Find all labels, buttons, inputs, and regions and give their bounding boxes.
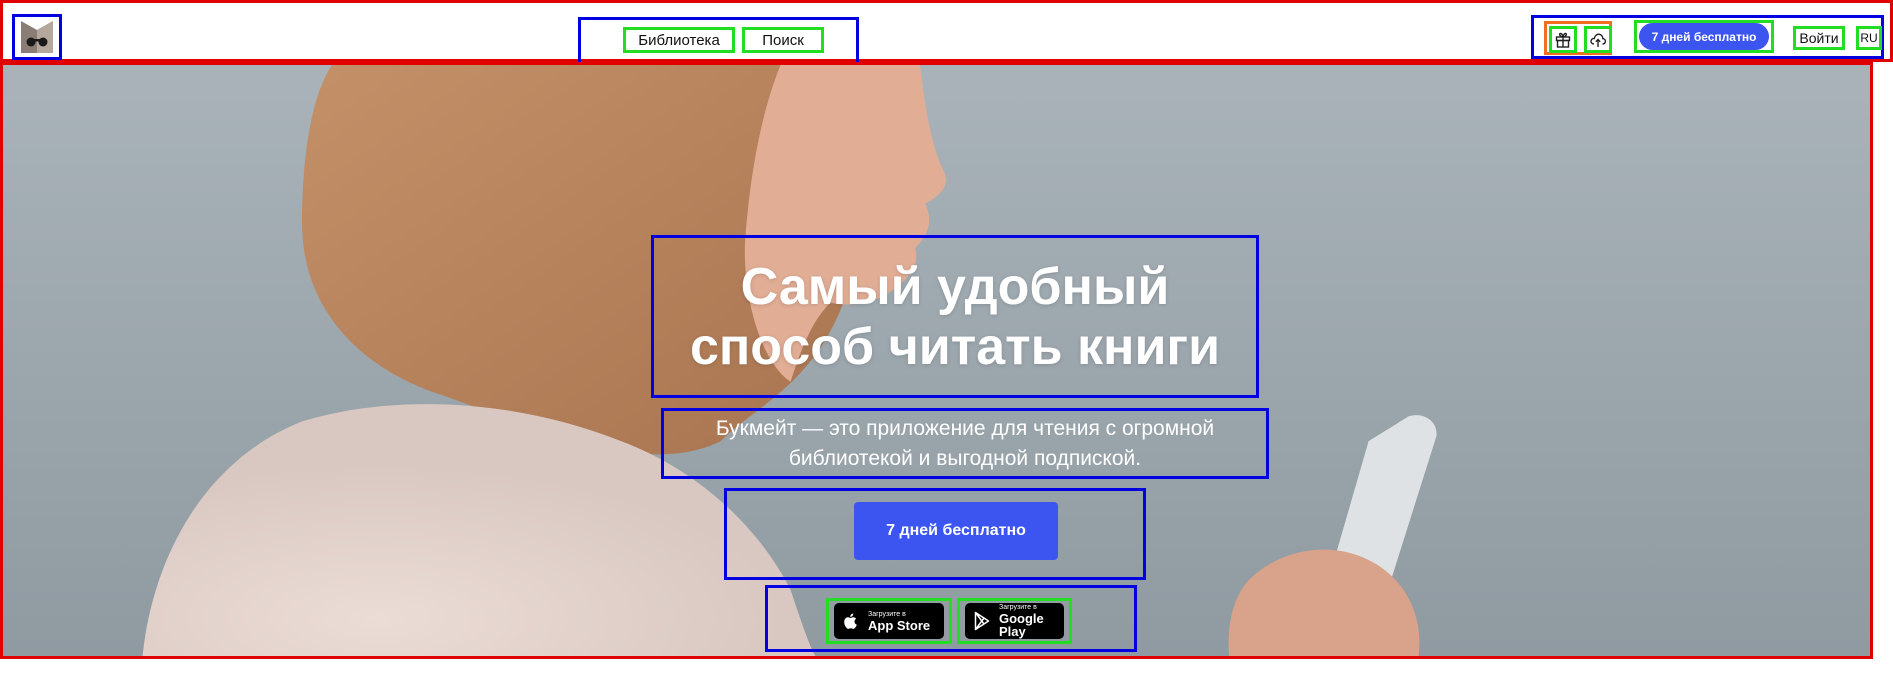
app-store-small-text: Загрузите в [868,610,906,618]
hero-title: Самый удобный способ читать книги [689,257,1221,376]
hero-subtitle: Букмейт — это приложение для чтения с ог… [715,416,1215,470]
header-trial-button[interactable]: 7 дней бесплатно [1639,23,1769,50]
hero-subtitle-box: Букмейт — это приложение для чтения с ог… [661,408,1269,479]
apple-icon [844,613,857,629]
site-header: Библиотека Поиск 7 дней бесплатно Войти … [0,0,1893,69]
nav-search-link[interactable]: Поиск [742,27,824,53]
hero-title-box: Самый удобный способ читать книги [651,235,1259,398]
hero-section: Самый удобный способ читать книги Букмей… [0,62,1873,659]
store-badges: Загрузите в App Store Загрузите в Google… [765,585,1137,652]
language-selector[interactable]: RU [1856,26,1882,50]
google-play-label: Google Play [999,611,1044,639]
nav-library-link[interactable]: Библиотека [623,27,735,53]
google-play-icon [974,611,990,631]
cloud-upload-icon[interactable] [1584,26,1612,53]
login-button[interactable]: Войти [1793,26,1845,50]
hero-trial-button[interactable]: 7 дней бесплатно [854,502,1058,560]
google-play-badge[interactable]: Загрузите в Google Play [957,598,1072,644]
app-store-badge[interactable]: Загрузите в App Store [826,598,952,644]
bookmate-logo-icon[interactable] [12,14,62,60]
header-icon-group [1544,21,1612,55]
app-store-label: App Store [868,617,931,633]
google-play-small-text: Загрузите в [999,604,1037,611]
gift-icon[interactable] [1549,26,1577,53]
header-actions: 7 дней бесплатно Войти RU [1531,15,1884,59]
hero-cta-box: 7 дней бесплатно [724,488,1146,580]
header-trial-wrapper: 7 дней бесплатно [1634,20,1774,53]
